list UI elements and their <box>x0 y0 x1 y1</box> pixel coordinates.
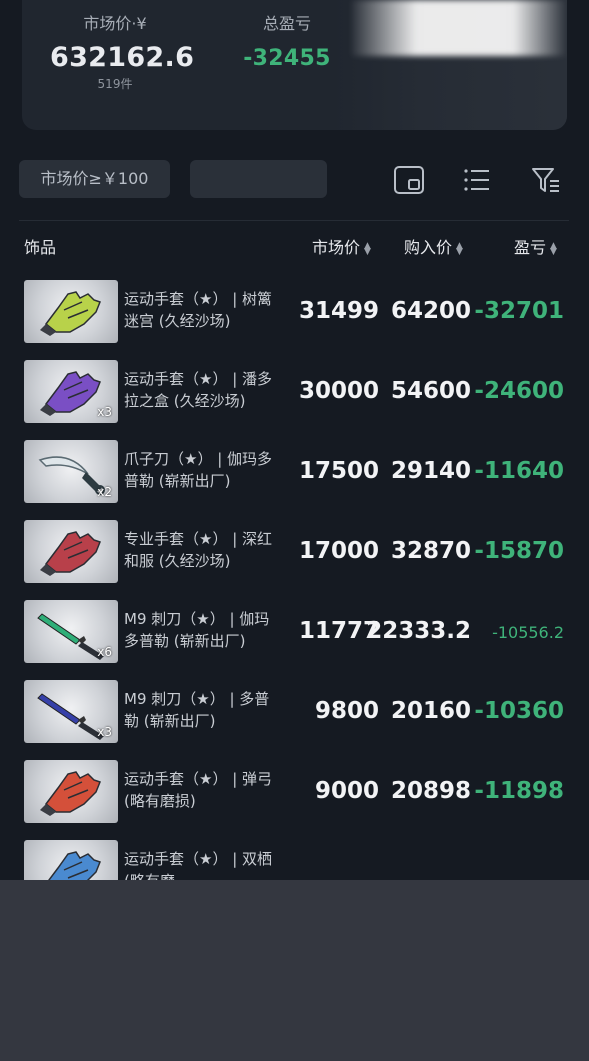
table-row[interactable]: x6 M9 刺刀（★） | 伽玛多普勒 (崭新出厂) 11777 22333.2 -10… <box>0 600 589 664</box>
item-profit-loss: -11898 <box>474 778 564 804</box>
item-thumbnail: x3 <box>24 360 118 423</box>
item-thumbnail <box>24 520 118 583</box>
item-profit-loss: -15870 <box>474 538 564 564</box>
item-thumbnail: x3 <box>24 680 118 743</box>
header-market-price-label: 市场价 <box>312 238 361 257</box>
table-row[interactable]: x3 运动手套（★） | 潘多拉之盒 (久经沙场) 30000 54600 -24600 <box>0 360 589 424</box>
item-market-price: 17000 <box>298 538 379 564</box>
item-name: 运动手套（★） | 树篱迷宫 (久经沙场) <box>124 290 273 330</box>
header-market-price[interactable]: 市场价 ▲ ▼ <box>312 234 371 258</box>
item-quantity-badge: x2 <box>97 485 112 499</box>
item-market-price: 9800 <box>314 698 379 724</box>
item-thumbnail: x6 <box>24 600 118 663</box>
header-profit-loss[interactable]: 盈亏 ▲ ▼ <box>514 234 557 258</box>
summary-redacted-highlight <box>352 0 567 56</box>
item-quantity-badge: x3 <box>97 405 112 419</box>
item-market-price: 9000 <box>314 778 379 804</box>
item-profit-loss: -11640 <box>474 458 564 484</box>
list-icon[interactable] <box>461 164 493 196</box>
layout-icon[interactable] <box>393 164 425 196</box>
item-image <box>48 851 101 880</box>
inventory-screen: 市场价·¥ 632162.6 519件 总盈亏 -32455 市场价≥￥100 <box>0 0 589 880</box>
bottom-blank-area <box>0 880 589 1061</box>
header-profit-loss-label: 盈亏 <box>514 238 547 257</box>
item-market-price: 17500 <box>298 458 379 484</box>
item-name: 专业手套（★） | 深红和服 (久经沙场) <box>124 530 273 570</box>
item-profit-loss: -10556.2 <box>492 623 564 642</box>
item-image <box>40 291 101 336</box>
item-profit-loss: -24600 <box>474 378 564 404</box>
toolbar: 市场价≥￥100 <box>0 160 589 202</box>
item-profit-loss: -10360 <box>474 698 564 724</box>
header-buy-price-label: 购入价 <box>404 238 453 257</box>
summary-card: 市场价·¥ 632162.6 519件 总盈亏 -32455 <box>22 0 567 130</box>
item-name: 运动手套（★） | 弹弓 (略有磨损) <box>124 770 273 810</box>
item-name: 运动手套（★） | 双栖 (略有磨 <box>124 850 273 880</box>
sort-icon: ▲ ▼ <box>550 240 557 257</box>
sort-icon: ▲ ▼ <box>364 240 371 257</box>
item-buy-price: 20898 <box>390 778 471 804</box>
total-pl-stat: 总盈亏 -32455 <box>217 10 357 71</box>
total-pl-value: -32455 <box>243 46 331 71</box>
table-row[interactable]: 运动手套（★） | 弹弓 (略有磨损) 9000 20898 -11898 <box>0 760 589 824</box>
item-buy-price: 64200 <box>390 298 471 324</box>
market-value-stat: 市场价·¥ 632162.6 519件 <box>50 10 195 92</box>
item-buy-price: 22333.2 <box>366 618 471 644</box>
item-buy-price: 29140 <box>390 458 471 484</box>
table-row[interactable]: 专业手套（★） | 深红和服 (久经沙场) 17000 32870 -15870 <box>0 520 589 584</box>
item-image <box>40 531 101 576</box>
item-image <box>40 771 101 816</box>
item-market-price: 31499 <box>298 298 379 324</box>
table-header: 饰品 市场价 ▲ ▼ 购入价 ▲ ▼ 盈亏 ▲ ▼ <box>0 234 589 260</box>
item-thumbnail <box>24 840 118 880</box>
filter-icon[interactable] <box>530 164 562 196</box>
table-row[interactable]: x3 M9 刺刀（★） | 多普勒 (崭新出厂) 9800 20160 -10360 <box>0 680 589 744</box>
table-row[interactable]: 运动手套（★） | 双栖 (略有磨 <box>0 840 589 880</box>
toolbar-divider <box>19 220 569 221</box>
item-thumbnail: x2 <box>24 440 118 503</box>
market-value-label: 市场价·¥ <box>83 14 147 33</box>
header-item-name: 饰品 <box>24 238 57 257</box>
item-thumbnail <box>24 280 118 343</box>
table-row[interactable]: x2 爪子刀（★） | 伽玛多普勒 (崭新出厂) 17500 29140 -11640 <box>0 440 589 504</box>
item-quantity-badge: x3 <box>97 725 112 739</box>
sort-icon: ▲ ▼ <box>456 240 463 257</box>
item-name: 运动手套（★） | 潘多拉之盒 (久经沙场) <box>124 370 273 410</box>
item-market-price: 30000 <box>298 378 379 404</box>
market-value: 632162.6 <box>50 42 195 73</box>
item-buy-price: 32870 <box>390 538 471 564</box>
item-name: M9 刺刀（★） | 多普勒 (崭新出厂) <box>124 690 270 730</box>
item-thumbnail <box>24 760 118 823</box>
price-filter-chip[interactable]: 市场价≥￥100 <box>19 160 170 198</box>
item-profit-loss: -32701 <box>474 298 564 324</box>
item-quantity-badge: x6 <box>97 645 112 659</box>
item-name: 爪子刀（★） | 伽玛多普勒 (崭新出厂) <box>124 450 273 490</box>
item-name: M9 刺刀（★） | 伽玛多普勒 (崭新出厂) <box>124 610 270 650</box>
item-buy-price: 54600 <box>390 378 471 404</box>
header-buy-price[interactable]: 购入价 ▲ ▼ <box>404 234 463 258</box>
item-count: 519件 <box>97 77 133 91</box>
item-buy-price: 20160 <box>390 698 471 724</box>
secondary-filter-chip[interactable] <box>190 160 327 198</box>
total-pl-label: 总盈亏 <box>262 14 311 33</box>
table-row[interactable]: 运动手套（★） | 树篱迷宫 (久经沙场) 31499 64200 -32701 <box>0 280 589 344</box>
